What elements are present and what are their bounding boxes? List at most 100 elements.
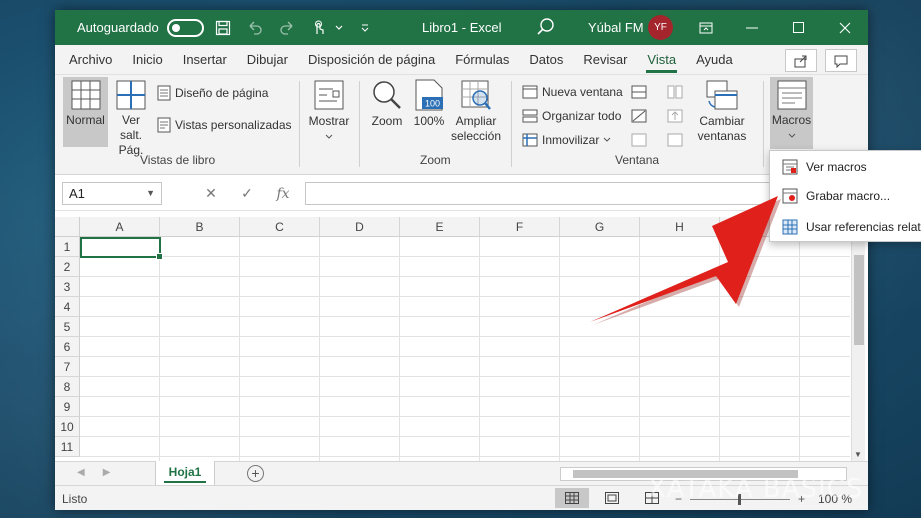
- sheet-nav-arrows[interactable]: ◀▶: [77, 467, 128, 478]
- row-header[interactable]: 7: [55, 357, 80, 377]
- comments-button[interactable]: [825, 49, 857, 72]
- tab-inicio[interactable]: Inicio: [125, 45, 169, 75]
- row-header[interactable]: 8: [55, 377, 80, 397]
- save-icon[interactable]: [210, 15, 236, 41]
- row-header[interactable]: 3: [55, 277, 80, 297]
- avatar[interactable]: YF: [648, 15, 673, 40]
- new-window-button[interactable]: Nueva ventana: [522, 85, 623, 99]
- close-button[interactable]: [822, 10, 868, 45]
- row-header[interactable]: 1: [55, 237, 80, 257]
- undo-icon[interactable]: [242, 15, 268, 41]
- ribbon-separator: [299, 81, 300, 167]
- hide-icon[interactable]: [631, 109, 647, 126]
- row-header[interactable]: 9: [55, 397, 80, 417]
- touch-mode-icon[interactable]: [306, 15, 332, 41]
- column-header[interactable]: F: [480, 217, 560, 237]
- autosave-toggle[interactable]: Autoguardado: [77, 18, 204, 37]
- custom-views-button[interactable]: Vistas personalizadas: [157, 117, 292, 133]
- page-break-view-button[interactable]: Ver salt. Pág.: [110, 77, 152, 157]
- vertical-scrollbar[interactable]: ▼: [851, 237, 865, 461]
- column-header[interactable]: B: [160, 217, 240, 237]
- macros-button[interactable]: Macros: [770, 77, 813, 149]
- ribbon-display-options-icon[interactable]: [683, 10, 729, 45]
- chevron-down-icon[interactable]: ▼: [146, 183, 155, 204]
- grid-line: [559, 237, 560, 461]
- user-name[interactable]: Yúbal FM: [588, 20, 644, 35]
- grid-line: [80, 436, 850, 437]
- unhide-icon[interactable]: [631, 133, 647, 150]
- select-all-corner[interactable]: [55, 217, 80, 237]
- tab-disposicion[interactable]: Disposición de página: [301, 45, 442, 75]
- custom-views-icon: [157, 117, 171, 133]
- ribbon-separator: [763, 81, 764, 167]
- tab-formulas[interactable]: Fórmulas: [448, 45, 516, 75]
- fx-icon[interactable]: fx: [265, 186, 301, 202]
- tab-vista[interactable]: Vista: [640, 45, 683, 75]
- row-header[interactable]: 2: [55, 257, 80, 277]
- tab-dibujar[interactable]: Dibujar: [240, 45, 295, 75]
- column-header[interactable]: G: [560, 217, 640, 237]
- freeze-panes-button[interactable]: Inmovilizar: [522, 133, 615, 147]
- column-header[interactable]: E: [400, 217, 480, 237]
- name-box[interactable]: A1 ▼: [62, 182, 162, 205]
- column-header[interactable]: C: [240, 217, 320, 237]
- view-side-by-side-icon[interactable]: [667, 85, 683, 102]
- tab-datos[interactable]: Datos: [522, 45, 570, 75]
- freeze-icon: [522, 133, 538, 147]
- grabar-macro-item[interactable]: Grabar macro...: [770, 182, 921, 210]
- page-layout-view-button[interactable]: Diseño de página: [157, 85, 268, 101]
- spreadsheet-grid[interactable]: A B C D E F G H I 1 2 3 4 5 6 7 8 9 10 11 ▼: [55, 217, 868, 461]
- seleccion-label: selección: [450, 129, 502, 143]
- usar-referencias-label: Usar referencias relativas: [806, 220, 921, 234]
- tab-archivo[interactable]: Archivo: [62, 45, 119, 75]
- scroll-down-icon[interactable]: ▼: [854, 450, 862, 459]
- zoom-button[interactable]: Zoom: [365, 77, 409, 149]
- page-layout-view-icon[interactable]: [595, 488, 629, 508]
- share-button[interactable]: [785, 49, 817, 72]
- cancel-icon[interactable]: ✕: [193, 185, 229, 202]
- add-sheet-icon[interactable]: +: [247, 465, 264, 482]
- sheet-tab-hoja1[interactable]: Hoja1: [155, 461, 215, 485]
- row-header[interactable]: 4: [55, 297, 80, 317]
- minimize-button[interactable]: [729, 10, 775, 45]
- tab-insertar[interactable]: Insertar: [176, 45, 234, 75]
- usar-referencias-item[interactable]: Usar referencias relativas: [770, 213, 921, 241]
- customize-toolbar-icon[interactable]: [352, 15, 378, 41]
- row-header[interactable]: 10: [55, 417, 80, 437]
- sync-scroll-icon[interactable]: [667, 109, 683, 126]
- search-icon[interactable]: [535, 16, 557, 41]
- scrollbar-thumb[interactable]: [854, 255, 864, 345]
- normal-view-icon[interactable]: [555, 488, 589, 508]
- zoom-100-button[interactable]: 100 100%: [411, 77, 447, 149]
- check-icon[interactable]: ✓: [229, 185, 265, 202]
- grid-line: [239, 237, 240, 461]
- arrange-all-button[interactable]: Organizar todo: [522, 109, 621, 123]
- row-header[interactable]: 6: [55, 337, 80, 357]
- zoom-to-selection-button[interactable]: Ampliar selección: [449, 77, 503, 149]
- split-icon[interactable]: [631, 85, 647, 102]
- redo-icon[interactable]: [274, 15, 300, 41]
- ribbon-separator: [511, 81, 512, 167]
- inmovilizar-label: Inmovilizar: [542, 133, 600, 147]
- mostrar-button[interactable]: Mostrar: [305, 77, 353, 149]
- column-header[interactable]: D: [320, 217, 400, 237]
- switch-windows-button[interactable]: Cambiar ventanas: [689, 77, 755, 149]
- tab-ayuda[interactable]: Ayuda: [689, 45, 740, 75]
- formula-input[interactable]: [305, 182, 788, 205]
- maximize-button[interactable]: [775, 10, 821, 45]
- grid-line: [80, 456, 850, 457]
- column-header[interactable]: H: [640, 217, 720, 237]
- selected-cell[interactable]: [80, 237, 163, 260]
- ver-macros-item[interactable]: Ver macros: [770, 153, 921, 181]
- row-header[interactable]: 5: [55, 317, 80, 337]
- column-header[interactable]: A: [80, 217, 160, 237]
- cambiar-label: Cambiar: [699, 114, 745, 128]
- chevron-down-icon[interactable]: [332, 15, 346, 41]
- macros-label: Macros: [771, 113, 812, 127]
- status-text: Listo: [62, 492, 88, 506]
- tab-revisar[interactable]: Revisar: [576, 45, 634, 75]
- normal-view-button[interactable]: Normal: [63, 77, 108, 147]
- row-header[interactable]: 11: [55, 437, 80, 457]
- reset-position-icon[interactable]: [667, 133, 683, 150]
- toggle-switch[interactable]: [166, 18, 204, 37]
